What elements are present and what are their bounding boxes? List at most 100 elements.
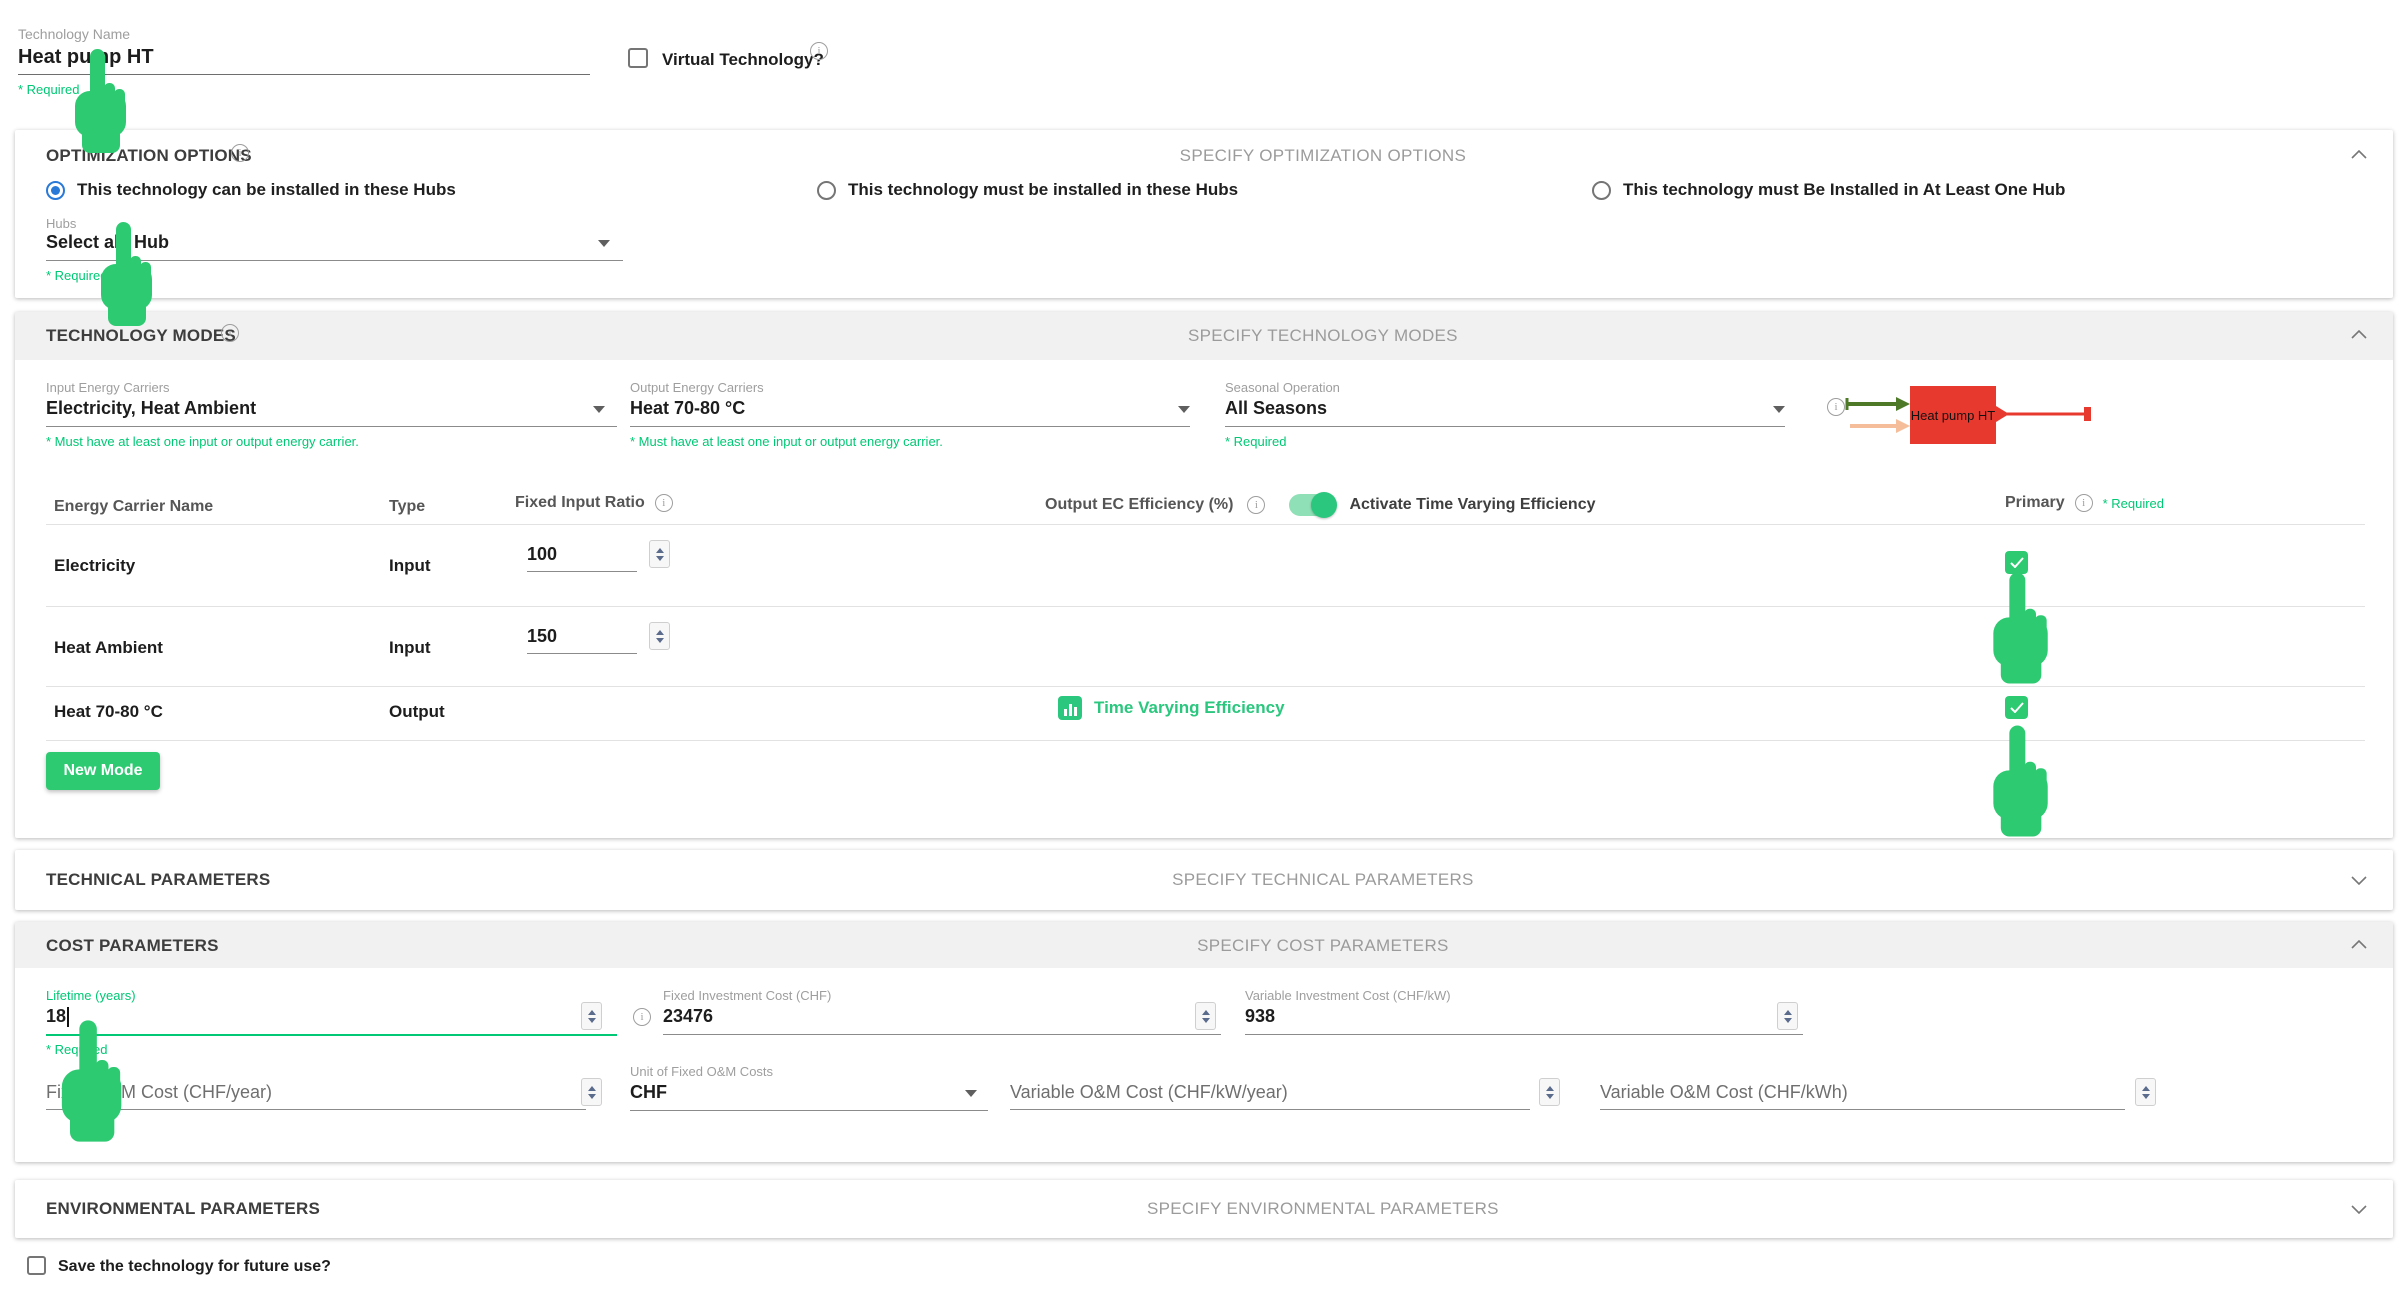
variable-om-kwh-input[interactable]: [1600, 1082, 2125, 1110]
row-type: Input: [389, 556, 431, 576]
radio-label: This technology can be installed in thes…: [77, 180, 456, 200]
optimization-options-center-title: SPECIFY OPTIMIZATION OPTIONS: [1180, 146, 1466, 166]
primary-required: * Required: [2103, 496, 2164, 511]
radio-icon[interactable]: [1592, 181, 1611, 200]
input-ec-label: Input Energy Carriers: [46, 380, 170, 395]
technology-diagram: Heat pump HT: [1842, 384, 2102, 450]
technology-modes-collapse-icon[interactable]: [2351, 326, 2367, 344]
output-ec-hint: * Must have at least one input or output…: [630, 434, 943, 449]
new-mode-button[interactable]: New Mode: [46, 752, 160, 790]
row-name: Heat 70-80 °C: [54, 702, 163, 722]
unit-fixed-om-underline[interactable]: [630, 1110, 988, 1111]
virtual-technology-label: Virtual Technology?: [662, 50, 824, 70]
number-spinner[interactable]: [649, 540, 670, 568]
col-header-primary: Primary: [2005, 494, 2065, 512]
row-type: Input: [389, 638, 431, 658]
number-spinner[interactable]: [2135, 1078, 2156, 1106]
environmental-expand-icon[interactable]: [2351, 1201, 2367, 1219]
output-ec-underline[interactable]: [630, 426, 1190, 427]
number-spinner[interactable]: [1195, 1002, 1216, 1030]
output-ec-label: Output Energy Carriers: [630, 380, 764, 395]
fixed-investment-value[interactable]: 23476: [663, 1006, 713, 1027]
number-spinner[interactable]: [581, 1002, 602, 1030]
lifetime-underline: [46, 1034, 617, 1036]
lifetime-info-icon[interactable]: [633, 1008, 651, 1026]
input-ec-select-value[interactable]: Electricity, Heat Ambient: [46, 398, 256, 419]
radio-must-be-installed[interactable]: This technology must be installed in the…: [817, 180, 1238, 200]
virtual-technology-info-icon[interactable]: [810, 42, 828, 60]
output-ec-dropdown-arrow-icon[interactable]: [1178, 406, 1190, 413]
time-varying-efficiency-link[interactable]: Time Varying Efficiency: [1058, 696, 1285, 720]
cost-collapse-icon[interactable]: [2351, 936, 2367, 954]
technical-parameters-title: TECHNICAL PARAMETERS: [46, 870, 270, 890]
number-spinner[interactable]: [581, 1078, 602, 1106]
output-ec-select-value[interactable]: Heat 70-80 °C: [630, 398, 745, 419]
cost-parameters-section: COST PARAMETERS SPECIFY COST PARAMETERS …: [15, 922, 2393, 1162]
fixed-input-ratio-input[interactable]: [527, 626, 637, 654]
technology-form-page: Technology Name Heat pump HT * Required …: [0, 0, 2408, 1312]
number-spinner[interactable]: [1777, 1002, 1798, 1030]
fixed-input-ratio-input[interactable]: [527, 544, 637, 572]
row-name: Electricity: [54, 556, 135, 576]
virtual-technology-checkbox[interactable]: [628, 48, 648, 68]
diagram-technology-box: Heat pump HT: [1910, 386, 1996, 444]
radio-at-least-one-hub[interactable]: This technology must Be Installed in At …: [1592, 180, 2065, 200]
fixed-om-cost-input[interactable]: [46, 1082, 586, 1110]
input-ec-dropdown-arrow-icon[interactable]: [593, 406, 605, 413]
radio-label: This technology must Be Installed in At …: [1623, 180, 2065, 200]
col-header-energy-carrier-name: Energy Carrier Name: [54, 498, 213, 516]
hand-cursor-icon: [96, 214, 156, 334]
cost-parameters-center-title: SPECIFY COST PARAMETERS: [1197, 936, 1449, 956]
variable-investment-label: Variable Investment Cost (CHF/kW): [1245, 988, 1451, 1003]
environmental-parameters-center-title: SPECIFY ENVIRONMENTAL PARAMETERS: [1147, 1199, 1499, 1219]
technical-expand-icon[interactable]: [2351, 872, 2367, 890]
variable-investment-underline: [1245, 1034, 1803, 1035]
primary-checkbox-checked[interactable]: [2005, 551, 2028, 574]
output-ec-efficiency-info-icon[interactable]: [1247, 496, 1265, 514]
bar-chart-icon: [1058, 696, 1082, 720]
hand-cursor-icon: [70, 40, 130, 162]
environmental-parameters-title: ENVIRONMENTAL PARAMETERS: [46, 1199, 320, 1219]
hand-cursor-icon: [1988, 572, 2052, 684]
cost-parameters-title: COST PARAMETERS: [46, 936, 219, 956]
radio-can-be-installed[interactable]: This technology can be installed in thes…: [46, 180, 456, 200]
seasonal-dropdown-arrow-icon[interactable]: [1773, 406, 1785, 413]
technical-parameters-center-title: SPECIFY TECHNICAL PARAMETERS: [1172, 870, 1474, 890]
hand-cursor-icon: [1988, 722, 2052, 840]
number-spinner[interactable]: [1539, 1078, 1560, 1106]
unit-fixed-om-select-value[interactable]: CHF: [630, 1082, 667, 1103]
radio-icon[interactable]: [46, 181, 65, 200]
primary-checkbox-checked[interactable]: [2005, 696, 2028, 719]
row-type: Output: [389, 702, 445, 722]
hubs-dropdown-arrow-icon[interactable]: [598, 240, 610, 247]
variable-om-kw-input[interactable]: [1010, 1082, 1530, 1110]
variable-investment-value[interactable]: 938: [1245, 1006, 1275, 1027]
seasonal-underline[interactable]: [1225, 426, 1785, 427]
col-header-fixed-input-ratio: Fixed Input Ratio: [515, 494, 645, 512]
table-divider: [46, 524, 2365, 525]
save-technology-checkbox[interactable]: [27, 1256, 46, 1275]
time-varying-efficiency-toggle[interactable]: [1289, 494, 1335, 516]
radio-icon[interactable]: [817, 181, 836, 200]
seasonal-operation-select-value[interactable]: All Seasons: [1225, 398, 1327, 419]
toggle-label: Activate Time Varying Efficiency: [1349, 496, 1595, 514]
number-spinner[interactable]: [649, 622, 670, 650]
input-ec-underline[interactable]: [46, 426, 617, 427]
save-technology-label: Save the technology for future use?: [58, 1258, 331, 1276]
technology-modes-info-icon[interactable]: [221, 324, 239, 342]
hubs-label: Hubs: [46, 216, 76, 231]
col-header-type: Type: [389, 498, 425, 516]
optimization-options-info-icon[interactable]: [231, 144, 249, 162]
hand-cursor-icon: [56, 1008, 126, 1154]
time-varying-efficiency-link-label: Time Varying Efficiency: [1094, 698, 1285, 718]
row-name: Heat Ambient: [54, 638, 163, 658]
table-divider: [46, 686, 2365, 687]
environmental-parameters-section: ENVIRONMENTAL PARAMETERS SPECIFY ENVIRON…: [15, 1180, 2393, 1238]
optimization-collapse-icon[interactable]: [2351, 146, 2367, 164]
unit-fixed-om-dropdown-arrow-icon[interactable]: [965, 1090, 977, 1097]
fixed-input-ratio-info-icon[interactable]: [655, 494, 673, 512]
technology-modes-center-title: SPECIFY TECHNOLOGY MODES: [1188, 326, 1458, 346]
fixed-investment-label: Fixed Investment Cost (CHF): [663, 988, 831, 1003]
primary-info-icon[interactable]: [2075, 494, 2093, 512]
seasonal-operation-label: Seasonal Operation: [1225, 380, 1340, 395]
